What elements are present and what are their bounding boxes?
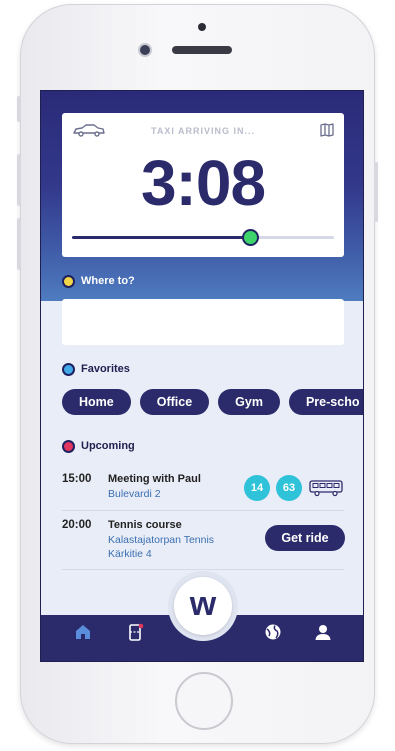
app-screen: TAXI ARRIVING IN... 3:08 Where to? Favor… [40, 90, 364, 662]
front-camera [140, 45, 150, 55]
where-to-input[interactable] [62, 299, 344, 345]
eta-progress-thumb[interactable] [244, 231, 258, 244]
where-to-dot-icon [64, 276, 73, 286]
phone-side-button [17, 154, 21, 206]
upcoming-label-row: Upcoming [64, 440, 135, 452]
where-to-label: Where to? [81, 275, 135, 287]
event-divider [62, 510, 344, 511]
bus-line-badge[interactable]: 14 [244, 475, 270, 501]
whim-logo: w [189, 585, 217, 623]
favorite-chip-preschool[interactable]: Pre-scho [288, 389, 363, 415]
bus-line-badge[interactable]: 63 [276, 475, 302, 501]
proximity-sensor [198, 23, 206, 31]
get-ride-button[interactable]: Get ride [265, 525, 345, 551]
favorite-chip-gym[interactable]: Gym [218, 389, 280, 415]
earpiece-speaker [172, 46, 232, 54]
upcoming-label: Upcoming [81, 440, 135, 452]
favorites-chip-list: Home Office Gym Pre-scho [62, 389, 363, 415]
center-logo-button[interactable]: w [174, 577, 232, 635]
favorites-label: Favorites [81, 363, 130, 375]
event-divider [62, 569, 344, 570]
globe-icon[interactable] [264, 623, 282, 641]
favorites-label-row: Favorites [64, 363, 130, 375]
event-title: Tennis course [108, 519, 182, 531]
ticket-icon[interactable] [127, 623, 145, 643]
event-time: 15:00 [62, 473, 92, 485]
phone-side-button [17, 218, 21, 270]
taxi-arriving-label: TAXI ARRIVING IN... [150, 126, 255, 136]
event-address: Kärkitie 4 [108, 548, 152, 560]
home-button[interactable] [175, 672, 233, 730]
event-address: Bulevardi 2 [108, 488, 161, 500]
phone-side-button [374, 162, 378, 222]
where-to-label-row: Where to? [64, 275, 135, 287]
eta-progress-fill [72, 236, 251, 239]
event-time: 20:00 [62, 519, 92, 531]
bus-icon [309, 480, 343, 497]
favorite-chip-office[interactable]: Office [139, 389, 210, 415]
upcoming-event[interactable]: 15:00 Meeting with Paul Bulevardi 2 14 6… [62, 473, 344, 507]
upcoming-dot-icon [64, 441, 73, 451]
map-icon[interactable] [320, 123, 334, 137]
profile-icon[interactable] [314, 623, 332, 641]
taxi-eta-card: TAXI ARRIVING IN... 3:08 [62, 113, 344, 257]
favorites-dot-icon [64, 364, 73, 374]
event-venue: Kalastajatorpan Tennis [108, 534, 215, 546]
home-icon[interactable] [74, 623, 92, 641]
eta-countdown: 3:08 [140, 147, 266, 219]
phone-side-button [17, 96, 21, 122]
favorite-chip-home[interactable]: Home [62, 389, 131, 415]
event-title: Meeting with Paul [108, 473, 201, 485]
